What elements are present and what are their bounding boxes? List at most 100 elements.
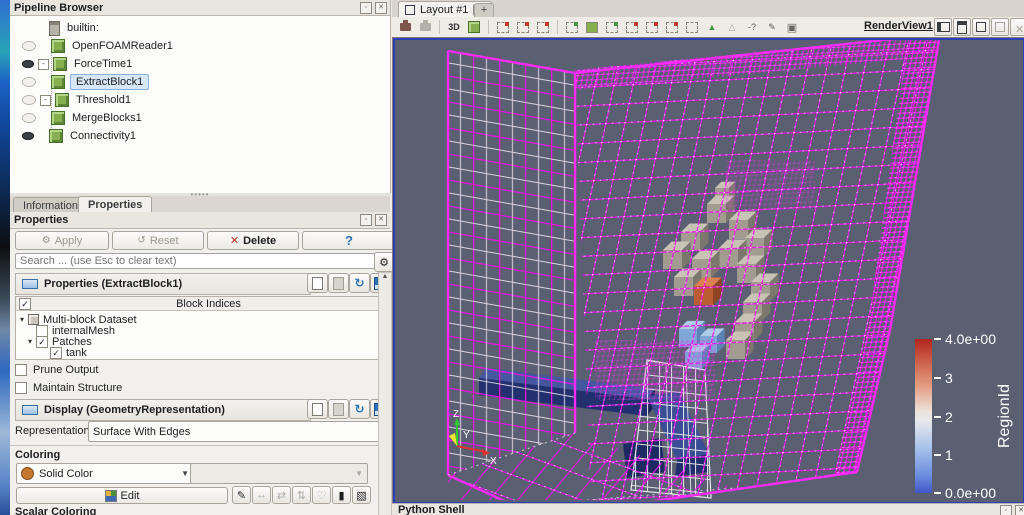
representation-label: Representation xyxy=(15,425,90,437)
show-color-legend-button[interactable]: ▮ xyxy=(332,486,351,504)
representation-dropdown[interactable]: Surface With Edges▼ xyxy=(88,421,396,442)
render-view-label[interactable]: RenderView1 xyxy=(864,20,933,32)
visibility-toggle[interactable] xyxy=(22,113,36,123)
color-array-dropdown[interactable]: Solid Color ▼ xyxy=(16,463,194,484)
prune-output-checkbox[interactable] xyxy=(15,364,27,376)
visibility-toggle[interactable] xyxy=(22,41,36,51)
properties-section-header[interactable]: Properties (ExtractBlock1) xyxy=(15,273,311,295)
edit-color-button[interactable]: Edit xyxy=(16,487,228,504)
maintain-structure-checkbox[interactable] xyxy=(15,382,27,394)
caret-down-icon[interactable]: ▾ xyxy=(20,315,24,324)
edit-scalar-bar-button[interactable]: ✎ xyxy=(232,486,251,504)
grow-selection-button[interactable]: ▲ xyxy=(703,18,721,36)
restore-display-defaults-button[interactable]: ↻ xyxy=(349,399,370,419)
hover-query-button[interactable]: -? xyxy=(743,18,761,36)
select-cells-polygon-button[interactable] xyxy=(643,18,661,36)
annotate-selection-button[interactable]: ✎ xyxy=(763,18,781,36)
close-icon[interactable]: ✕ xyxy=(375,214,387,226)
pipeline-item-openfoamreader1[interactable]: OpenFOAMReader1 xyxy=(10,37,390,55)
help-button[interactable]: ? xyxy=(302,231,396,250)
undock-icon[interactable]: ◦ xyxy=(360,1,372,14)
render-view-canvas[interactable]: Z Y X 4.0e+00 3 2 1 0.0e+00 RegionId xyxy=(395,40,1023,500)
search-options-gear-icon[interactable]: ⚙ xyxy=(374,252,394,272)
delete-button[interactable]: ✕ Delete xyxy=(207,231,299,250)
maximize-view-button[interactable] xyxy=(972,18,990,36)
select-points-polygon-button[interactable] xyxy=(663,18,681,36)
visibility-toggle[interactable] xyxy=(22,60,34,68)
block-row-tank[interactable]: ✓ tank xyxy=(50,346,87,359)
pipeline-item-connectivity1[interactable]: Connectivity1 xyxy=(10,127,390,145)
shrink-selection-button[interactable]: △ xyxy=(723,18,741,36)
choose-preset-button[interactable]: ♡ xyxy=(312,486,331,504)
pipeline-item-builtin[interactable]: builtin: xyxy=(10,19,390,37)
popout-view-button[interactable] xyxy=(991,18,1009,36)
patches-checkbox[interactable]: ✓ xyxy=(36,335,49,348)
apply-button[interactable]: ⚙ Apply xyxy=(15,231,109,250)
select-cells-on-button[interactable] xyxy=(494,18,512,36)
close-icon[interactable]: ✕ xyxy=(375,1,387,14)
check-all-checkbox[interactable]: ✓ xyxy=(19,297,31,310)
select-points-polygon-icon xyxy=(666,21,678,33)
pipeline-item-extractblock1[interactable]: ExtractBlock1 xyxy=(10,73,402,91)
visibility-toggle[interactable] xyxy=(22,77,36,87)
python-shell-titlebar[interactable]: Python Shell ◦ ✕ xyxy=(392,503,1024,515)
select-points-through-button[interactable] xyxy=(563,18,581,36)
zoom-to-selection-button[interactable] xyxy=(683,18,701,36)
caret-down-icon[interactable]: ▾ xyxy=(28,337,32,346)
select-cells-through-button[interactable] xyxy=(534,18,552,36)
camera-undo-button[interactable] xyxy=(396,18,414,36)
close-view-button[interactable]: ✕ xyxy=(1010,18,1024,36)
select-block-button[interactable] xyxy=(583,18,601,36)
copy-display-button[interactable] xyxy=(307,399,328,419)
tab-information[interactable]: Information xyxy=(13,197,89,213)
rescale-custom-range-button[interactable]: ⇄ xyxy=(272,486,291,504)
prune-output-row[interactable]: Prune Output xyxy=(15,364,98,376)
rescale-data-range-button[interactable]: ↔ xyxy=(252,486,271,504)
reset-button[interactable]: ↺ Reset xyxy=(112,231,204,250)
dock-tabs: Information Properties xyxy=(10,196,390,213)
split-horizontal-button[interactable] xyxy=(934,18,952,36)
interactive-select-cells-button[interactable] xyxy=(603,18,621,36)
block-row-patches[interactable]: ▾ ✓ Patches xyxy=(28,335,92,348)
visibility-toggle[interactable] xyxy=(22,95,36,105)
split-vertical-button[interactable] xyxy=(953,18,971,36)
paste-display-button[interactable] xyxy=(328,399,349,419)
block-row-multiblock[interactable]: ▾ Multi-block Dataset xyxy=(20,314,137,326)
toggle-2d3d-button[interactable]: 3D xyxy=(445,18,463,36)
pipeline-browser-titlebar[interactable]: Pipeline Browser ◦ ✕ xyxy=(10,0,390,16)
properties-scrollbar[interactable]: ▲ xyxy=(378,272,392,515)
maintain-structure-row[interactable]: Maintain Structure xyxy=(15,382,122,394)
axis-x-label: X xyxy=(490,456,497,467)
close-icon[interactable]: ✕ xyxy=(1015,505,1024,515)
block-row-internalmesh[interactable]: internalMesh xyxy=(36,324,115,337)
undock-icon[interactable]: ◦ xyxy=(360,214,372,226)
interactive-select-points-icon xyxy=(626,21,638,33)
copy-properties-button[interactable] xyxy=(307,273,328,293)
restore-defaults-button[interactable]: ↻ xyxy=(349,273,370,293)
tab-properties[interactable]: Properties xyxy=(78,196,153,213)
collapse-icon[interactable]: - xyxy=(38,58,49,70)
render-view[interactable]: Z Y X 4.0e+00 3 2 1 0.0e+00 RegionId xyxy=(392,37,1024,505)
source-cube-icon xyxy=(51,39,65,53)
paste-properties-button[interactable] xyxy=(328,273,349,293)
layout-icon xyxy=(405,5,415,15)
visibility-toggle[interactable] xyxy=(22,132,34,140)
search-input[interactable] xyxy=(15,253,375,269)
clear-selection-button[interactable]: ▣ xyxy=(783,18,801,36)
properties-titlebar[interactable]: Properties ◦ ✕ xyxy=(10,212,390,229)
tank-checkbox[interactable]: ✓ xyxy=(50,346,62,359)
select-points-on-button[interactable] xyxy=(514,18,532,36)
collapse-icon[interactable]: - xyxy=(40,94,51,106)
new-layout-tab[interactable]: + xyxy=(474,3,494,18)
pipeline-item-mergeblocks1[interactable]: MergeBlocks1 xyxy=(10,109,390,127)
scroll-up-icon[interactable]: ▲ xyxy=(379,273,391,280)
separate-colormap-button[interactable]: ▧ xyxy=(352,486,371,504)
undock-icon[interactable]: ◦ xyxy=(1000,505,1012,515)
display-section-header[interactable]: Display (GeometryRepresentation) xyxy=(15,399,311,421)
rescale-visible-range-button[interactable]: ⇅ xyxy=(292,486,311,504)
pipeline-item-threshold1[interactable]: - Threshold1 xyxy=(10,91,390,109)
interactive-select-points-button[interactable] xyxy=(623,18,641,36)
pipeline-item-forcetime1[interactable]: - ForceTime1 xyxy=(10,55,390,73)
adjust-camera-button[interactable] xyxy=(465,18,483,36)
camera-redo-button[interactable] xyxy=(416,18,434,36)
